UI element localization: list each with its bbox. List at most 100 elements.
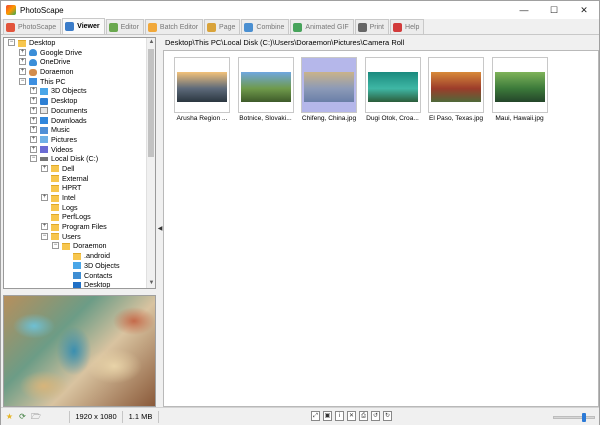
expand-icon[interactable]: + xyxy=(30,126,37,134)
expand-icon[interactable]: + xyxy=(30,145,37,153)
status-bar: ★ ⟳ 🗁 1920 x 1080 1.1 MB ⤢ ▣ i ✕ ⎙ ↺ ↻ xyxy=(1,407,599,425)
collapse-icon[interactable]: − xyxy=(19,77,26,85)
favorite-icon[interactable]: ★ xyxy=(5,412,14,421)
tree-item[interactable]: + Google Drive xyxy=(4,48,147,58)
expand-icon[interactable]: + xyxy=(30,97,37,105)
info-icon[interactable]: i xyxy=(335,411,344,421)
expand-icon[interactable]: + xyxy=(30,106,37,114)
editor-icon xyxy=(108,22,118,32)
tree-item[interactable]: − This PC xyxy=(4,77,147,87)
tab-photoscape[interactable]: PhotoScape xyxy=(3,19,62,34)
expand-icon[interactable]: + xyxy=(41,194,48,201)
fit-screen-icon[interactable]: ⤢ xyxy=(311,411,320,421)
tree-item[interactable]: + Music xyxy=(4,125,147,135)
folder-open-icon[interactable]: 🗁 xyxy=(31,412,41,421)
tree-item[interactable]: + Pictures xyxy=(4,135,147,145)
tree-item[interactable]: 3D Objects xyxy=(4,261,147,271)
expand-icon[interactable]: + xyxy=(19,48,26,56)
tab-help[interactable]: Help xyxy=(390,19,425,34)
tree-item-label: Dell xyxy=(62,163,75,173)
photo-thumbnail[interactable]: Maui, Hawaii.jpg xyxy=(491,57,548,125)
refresh-icon[interactable]: ⟳ xyxy=(18,412,27,421)
tree-item[interactable]: − Desktop xyxy=(4,38,147,48)
zoom-slider-knob[interactable] xyxy=(582,413,586,422)
tab-combine[interactable]: Combine xyxy=(241,19,290,34)
tree-item[interactable]: External xyxy=(4,174,147,184)
tree-item[interactable]: + Doraemon xyxy=(4,67,147,77)
tab-label: PhotoScape xyxy=(18,23,57,31)
rotate-right-icon[interactable]: ↻ xyxy=(383,411,392,421)
collapse-icon[interactable]: − xyxy=(8,39,15,46)
tree-item[interactable]: − Users xyxy=(4,232,147,242)
tab-viewer[interactable]: Viewer xyxy=(62,18,105,34)
tree-item[interactable]: PerfLogs xyxy=(4,212,147,222)
expand-icon[interactable]: + xyxy=(30,116,37,124)
collapse-icon[interactable]: − xyxy=(41,232,48,240)
folder-icon xyxy=(51,165,59,173)
tree-item-label: HPRT xyxy=(62,183,82,193)
expand-icon[interactable]: + xyxy=(30,87,37,95)
collapse-icon[interactable]: − xyxy=(52,242,59,250)
photoscape-icon xyxy=(6,22,15,32)
tree-item[interactable]: Contacts xyxy=(4,271,147,281)
tab-label: Viewer xyxy=(77,23,100,30)
tree-item[interactable]: Desktop xyxy=(4,280,147,288)
folder-icon xyxy=(51,184,59,192)
tree-item[interactable]: +3D Objects xyxy=(4,86,147,96)
thumbnail-frame xyxy=(491,57,548,113)
scroll-up-arrow-icon[interactable]: ▲ xyxy=(147,38,155,47)
photo-thumbnail[interactable]: Dugi Otok, Croa... xyxy=(364,57,421,125)
tree-item[interactable]: + Videos xyxy=(4,145,147,155)
tree-item[interactable]: + Dell xyxy=(4,164,147,174)
music-icon xyxy=(40,126,48,134)
batch-editor-icon xyxy=(147,22,157,32)
print-tool-icon[interactable]: ⎙ xyxy=(359,411,368,421)
rotate-left-icon[interactable]: ↺ xyxy=(371,411,380,421)
tree-item[interactable]: Logs xyxy=(4,203,147,213)
tree-item[interactable]: + Documents xyxy=(4,106,147,116)
scrollbar-thumb[interactable] xyxy=(148,49,154,157)
tree-item-label: 3D Objects xyxy=(84,260,120,270)
tree-item[interactable]: + OneDrive xyxy=(4,57,147,67)
photo-thumbnail[interactable]: Arusha Region ... xyxy=(174,57,230,125)
maximize-button[interactable]: ☐ xyxy=(539,1,569,19)
collapse-icon[interactable]: − xyxy=(30,155,37,163)
folder-tree[interactable]: − Desktop + Google Drive + OneDrive + Doraemon −… xyxy=(3,37,156,289)
tab-page[interactable]: Page xyxy=(204,19,241,34)
expand-icon[interactable]: + xyxy=(19,68,26,76)
photo-thumbnail[interactable]: El Paso, Texas.jpg xyxy=(428,57,484,125)
tree-item[interactable]: + Desktop xyxy=(4,96,147,106)
expand-icon[interactable]: + xyxy=(41,164,48,172)
tab-batch-editor[interactable]: Batch Editor xyxy=(144,19,204,34)
photo-thumbnail[interactable]: Botnice, Slovaki... xyxy=(237,57,294,125)
tree-item[interactable]: HPRT xyxy=(4,183,147,193)
folder-icon xyxy=(51,223,59,231)
expand-icon[interactable]: + xyxy=(19,58,26,66)
tree-item[interactable]: − Local Disk (C:) xyxy=(4,154,147,164)
thumbnail-caption: Maui, Hawaii.jpg xyxy=(495,115,544,122)
zoom-slider[interactable] xyxy=(553,413,595,422)
tree-item-label: Local Disk (C:) xyxy=(51,154,99,164)
tab-print[interactable]: Print xyxy=(354,19,390,34)
minimize-button[interactable]: — xyxy=(509,1,539,19)
help-icon xyxy=(393,22,403,32)
print-icon xyxy=(357,22,367,32)
expand-icon[interactable]: + xyxy=(41,223,48,231)
close-button[interactable]: ✕ xyxy=(569,1,599,19)
tree-item[interactable]: .android xyxy=(4,251,147,261)
tree-item[interactable]: + Intel xyxy=(4,193,147,203)
thumbnail-caption: Dugi Otok, Croa... xyxy=(366,115,419,122)
disk-icon xyxy=(40,157,48,162)
tree-item[interactable]: − Doraemon xyxy=(4,241,147,251)
photo-thumbnail[interactable]: Chifeng, China.jpg xyxy=(301,57,357,125)
tab-editor[interactable]: Editor xyxy=(105,19,144,34)
delete-icon[interactable]: ✕ xyxy=(347,411,356,421)
tree-item[interactable]: + Downloads xyxy=(4,116,147,126)
full-screen-icon[interactable]: ▣ xyxy=(323,411,332,421)
tree-scrollbar[interactable]: ▲ ▼ xyxy=(146,38,155,288)
tab-animated-gif[interactable]: Animated GIF xyxy=(290,19,354,34)
scroll-down-arrow-icon[interactable]: ▼ xyxy=(147,279,155,288)
tree-item-label: Intel xyxy=(62,193,76,202)
tree-item[interactable]: + Program Files xyxy=(4,222,147,232)
expand-icon[interactable]: + xyxy=(30,135,37,143)
